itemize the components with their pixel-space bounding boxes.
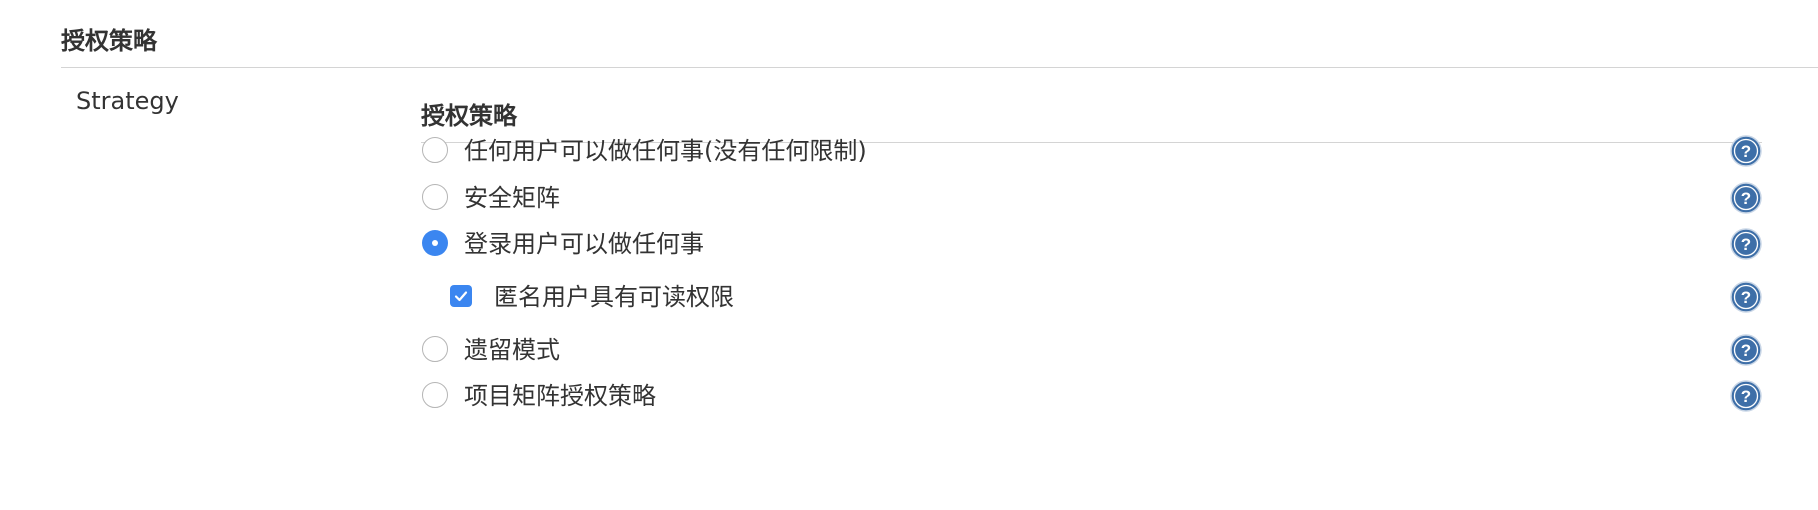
- option-row-project-matrix: 项目矩阵授权策略 ?: [422, 379, 1762, 413]
- help-icon[interactable]: ?: [1730, 281, 1762, 313]
- help-icon[interactable]: ?: [1730, 380, 1762, 412]
- checkbox-anonymous-read[interactable]: [450, 285, 472, 307]
- help-icon[interactable]: ?: [1730, 135, 1762, 167]
- strategy-subtitle: 授权策略: [421, 102, 517, 130]
- radio-security-matrix[interactable]: [422, 184, 448, 210]
- option-label[interactable]: 安全矩阵: [464, 181, 560, 215]
- help-icon[interactable]: ?: [1730, 228, 1762, 260]
- checkbox-label[interactable]: 匿名用户具有可读权限: [494, 280, 734, 314]
- radio-anyone-can-do-anything[interactable]: [422, 137, 448, 163]
- svg-text:?: ?: [1741, 341, 1751, 360]
- strategy-label: Strategy: [76, 87, 179, 115]
- radio-legacy-mode[interactable]: [422, 336, 448, 362]
- option-row-anyone-can-do-anything: 任何用户可以做任何事(没有任何限制) ?: [422, 134, 1762, 168]
- help-icon[interactable]: ?: [1730, 182, 1762, 214]
- option-row-logged-in-can-do-anything: 登录用户可以做任何事 ?: [422, 227, 1762, 261]
- option-row-security-matrix: 安全矩阵 ?: [422, 181, 1762, 215]
- svg-text:?: ?: [1741, 387, 1751, 406]
- option-label[interactable]: 任何用户可以做任何事(没有任何限制): [464, 134, 867, 168]
- option-label[interactable]: 遗留模式: [464, 333, 560, 367]
- option-label[interactable]: 登录用户可以做任何事: [464, 227, 704, 261]
- svg-text:?: ?: [1741, 142, 1751, 161]
- section-divider: [61, 67, 1818, 68]
- option-row-legacy-mode: 遗留模式 ?: [422, 333, 1762, 367]
- sub-option-row-anonymous-read: 匿名用户具有可读权限 ?: [422, 280, 1762, 314]
- radio-logged-in-can-do-anything[interactable]: [422, 230, 448, 256]
- radio-project-matrix[interactable]: [422, 382, 448, 408]
- checkmark-icon: [454, 291, 468, 302]
- svg-text:?: ?: [1741, 235, 1751, 254]
- authorization-strategy-panel: 授权策略 Strategy 授权策略 任何用户可以做任何事(没有任何限制) ? …: [0, 0, 1818, 510]
- svg-text:?: ?: [1741, 288, 1751, 307]
- section-title: 授权策略: [61, 27, 157, 55]
- help-icon[interactable]: ?: [1730, 334, 1762, 366]
- option-label[interactable]: 项目矩阵授权策略: [464, 379, 656, 413]
- svg-text:?: ?: [1741, 189, 1751, 208]
